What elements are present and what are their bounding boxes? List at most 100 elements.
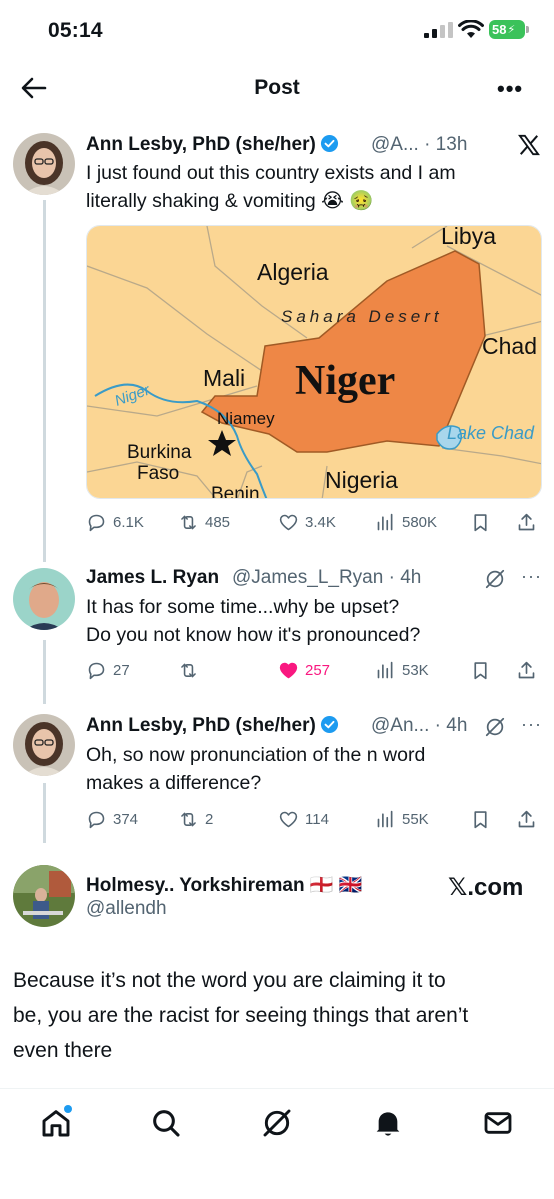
post-time: · 4h: [434, 715, 468, 736]
like-button[interactable]: 257: [278, 657, 330, 683]
author-handle-text: @James_L_Ryan: [232, 567, 384, 588]
battery-indicator: 58 ⚡: [489, 20, 525, 39]
reply-icon: [88, 514, 105, 531]
status-time: 05:14: [48, 19, 103, 42]
views-icon: [377, 810, 393, 827]
views-count: 55K: [402, 810, 429, 828]
repost-button[interactable]: 2: [178, 806, 213, 832]
reply-count: 27: [113, 661, 130, 679]
views-icon: [377, 661, 393, 678]
views-button[interactable]: 53K: [375, 657, 429, 683]
reply-button[interactable]: 6.1K: [86, 509, 144, 535]
avatar-image: [13, 865, 75, 927]
bookmark-button[interactable]: [470, 509, 491, 535]
author-name[interactable]: Holmesy.. Yorkshireman 🏴󠁧󠁢󠁥󠁮󠁧󠁿 🇬🇧: [86, 873, 362, 897]
reply-text-line: Because it’s not the word you are claimi…: [13, 969, 446, 992]
author-handle-text: @A...: [371, 134, 419, 155]
home-notification-dot: [64, 1105, 72, 1113]
map-label-lake-chad: Lake Chad: [447, 423, 535, 443]
avatar[interactable]: [13, 133, 75, 195]
author-handle[interactable]: @A... · 13h: [371, 134, 467, 156]
share-button[interactable]: [516, 806, 537, 832]
share-button[interactable]: [516, 657, 537, 683]
post-image-map[interactable]: Libya Algeria Sahara Desert Chad Mali Ni…: [86, 225, 542, 499]
xcom-watermark: 𝕏.com: [448, 874, 524, 901]
author-handle[interactable]: @An... · 4h: [371, 715, 467, 737]
bookmark-icon: [474, 810, 487, 828]
avatar[interactable]: [13, 714, 75, 776]
map-svg: Libya Algeria Sahara Desert Chad Mali Ni…: [87, 226, 541, 499]
like-count: 114: [305, 810, 329, 828]
thread-line: [43, 640, 46, 704]
like-button[interactable]: 114: [278, 806, 329, 832]
share-button[interactable]: [516, 509, 537, 535]
messages-icon[interactable]: [482, 1107, 514, 1139]
repost-icon: [181, 515, 196, 529]
more-icon[interactable]: ···: [521, 566, 542, 587]
map-label-niamey: Niamey: [217, 409, 275, 428]
repost-button[interactable]: 485: [178, 509, 230, 535]
reply-text-line: be, you are the racist for seeing things…: [13, 1004, 469, 1027]
author-name[interactable]: Ann Lesby, PhD (she/her): [86, 715, 339, 737]
grok-icon[interactable]: [484, 716, 506, 738]
reply-count: 374: [113, 810, 139, 828]
post-text-line: Oh, so now pronunciation of the n word: [86, 744, 426, 766]
author-name-text: Ann Lesby, PhD (she/her): [86, 715, 316, 736]
map-label-faso: Faso: [137, 463, 179, 484]
views-count: 53K: [402, 661, 429, 679]
map-label-nigeria: Nigeria: [325, 467, 398, 493]
search-icon[interactable]: [150, 1107, 182, 1139]
notifications-icon[interactable]: [372, 1107, 404, 1139]
post-text-line: literally shaking & vomiting 😭 🤢: [86, 190, 374, 212]
post-text: It has for some time...why be upset? Do …: [86, 593, 536, 649]
grok-icon[interactable]: [261, 1107, 293, 1139]
reply-icon: [88, 662, 105, 679]
map-label-sahara: Sahara Desert: [281, 307, 443, 326]
author-name[interactable]: James L. Ryan: [86, 567, 219, 589]
author-handle-text: @An...: [371, 715, 430, 736]
grok-icon[interactable]: [484, 568, 506, 590]
bottom-navigation: [0, 1088, 554, 1199]
author-handle[interactable]: @James_L_Ryan · 4h: [232, 567, 421, 589]
reply-button[interactable]: 27: [86, 657, 130, 683]
verified-icon: [320, 715, 338, 734]
map-label-burkina: Burkina: [127, 442, 192, 463]
post-actions: 6.1K 485 3.4K 580K: [86, 509, 546, 535]
map-label-benin: Benin: [211, 484, 260, 499]
more-icon[interactable]: •••: [497, 76, 523, 102]
author-name[interactable]: Ann Lesby, PhD (she/her): [86, 134, 339, 156]
share-icon: [518, 810, 535, 827]
reply-icon: [88, 811, 105, 828]
thread-line: [43, 783, 46, 843]
like-button[interactable]: 3.4K: [278, 509, 336, 535]
post-time: · 4h: [388, 567, 422, 588]
signal-icon: [424, 22, 453, 38]
author-handle[interactable]: @allendh: [86, 898, 167, 920]
views-count: 580K: [402, 513, 438, 531]
views-button[interactable]: 55K: [375, 806, 429, 832]
thread-line: [43, 200, 46, 562]
post-text-line: makes a difference?: [86, 772, 262, 794]
share-icon: [518, 513, 535, 530]
repost-count: 485: [205, 513, 231, 531]
author-name-text: Ann Lesby, PhD (she/her): [86, 134, 316, 155]
bookmark-button[interactable]: [470, 657, 491, 683]
map-label-niger: Niger: [295, 358, 395, 404]
bookmark-button[interactable]: [470, 806, 491, 832]
repost-icon: [181, 663, 196, 677]
post-text-line: Do you not know how it's pronounced?: [86, 624, 421, 646]
like-icon: [279, 662, 298, 678]
avatar[interactable]: [13, 568, 75, 630]
reply-button[interactable]: 374: [86, 806, 138, 832]
views-icon: [377, 513, 393, 530]
avatar[interactable]: [13, 865, 75, 927]
top-bar: Post •••: [0, 62, 554, 114]
repost-button[interactable]: [178, 657, 205, 683]
x-logo-icon: [518, 134, 540, 156]
post-actions: 27 257 53K: [86, 657, 546, 683]
status-bar: 05:14 58 ⚡: [0, 0, 554, 62]
more-icon[interactable]: ···: [521, 714, 542, 735]
map-label-algeria: Algeria: [257, 259, 329, 285]
like-count: 257: [305, 661, 331, 679]
views-button[interactable]: 580K: [375, 509, 437, 535]
